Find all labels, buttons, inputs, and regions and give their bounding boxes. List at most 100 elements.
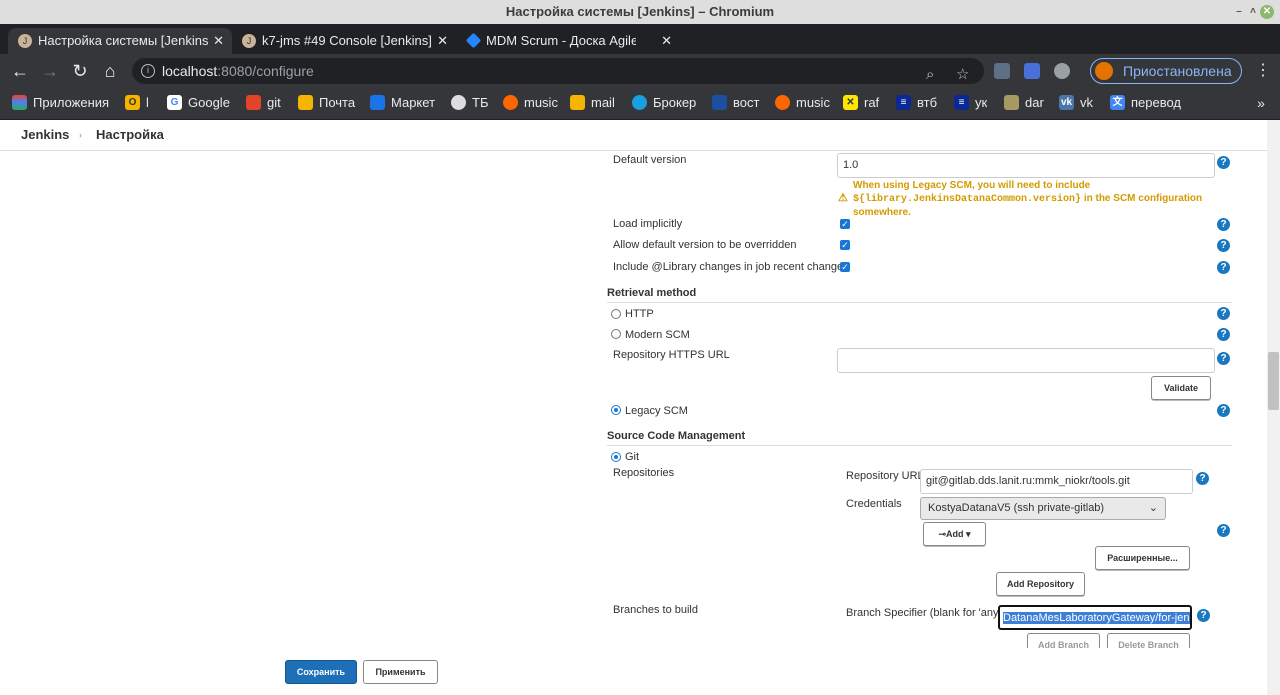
- gitlab-icon: [246, 95, 261, 110]
- minimize-icon[interactable]: –: [1232, 5, 1246, 19]
- browser-toolbar: ← → ↻ ⌂ i localhost:8080/configure ⌕ ☆ П…: [0, 54, 1280, 88]
- help-icon[interactable]: ?: [1217, 261, 1230, 274]
- advanced-button[interactable]: Расширенные...: [1095, 546, 1190, 570]
- close-tab-icon[interactable]: ✕: [213, 28, 224, 54]
- help-icon[interactable]: ?: [1197, 609, 1210, 622]
- include-changes-label: Include @Library changes in job recent c…: [613, 261, 849, 273]
- bookmark-tb[interactable]: ТБ: [451, 95, 488, 111]
- bookmark-vost[interactable]: вост: [712, 95, 759, 111]
- save-button[interactable]: Сохранить: [285, 660, 357, 684]
- help-icon[interactable]: ?: [1217, 524, 1230, 537]
- load-implicitly-label: Load implicitly: [613, 218, 683, 230]
- bookmark-raf[interactable]: ✕ raf: [843, 95, 879, 111]
- help-icon[interactable]: ?: [1217, 352, 1230, 365]
- tab-console[interactable]: J k7-jms #49 Console [Jenkins] ✕: [232, 28, 456, 54]
- help-icon[interactable]: ?: [1217, 156, 1230, 169]
- breadcrumb-jenkins[interactable]: Jenkins: [21, 120, 69, 150]
- bookmark-label: втб: [917, 95, 938, 110]
- bookmark-label: вост: [733, 95, 760, 110]
- load-implicitly-checkbox[interactable]: ✓: [840, 219, 850, 229]
- bookmark-perevod[interactable]: 文 перевод: [1110, 95, 1181, 111]
- help-icon[interactable]: ?: [1196, 472, 1209, 485]
- warning-line2: in the SCM configuration: [1081, 193, 1203, 204]
- close-tab-icon[interactable]: ✕: [437, 28, 448, 54]
- bookmarks-overflow-icon[interactable]: »: [1250, 92, 1272, 114]
- help-icon[interactable]: ?: [1217, 239, 1230, 252]
- bookmark-vtb[interactable]: ≡ втб: [896, 95, 937, 111]
- bookmark-vk[interactable]: vk vk: [1059, 95, 1093, 111]
- bookmark-dar[interactable]: dar: [1004, 95, 1044, 111]
- bookmark-label: mail: [591, 95, 615, 110]
- menu-icon[interactable]: ⋮: [1252, 60, 1274, 82]
- modern-scm-label: Modern SCM: [625, 329, 690, 341]
- bank-icon: [451, 95, 466, 110]
- scm-heading: Source Code Management: [607, 430, 746, 442]
- help-icon[interactable]: ?: [1217, 307, 1230, 320]
- help-icon[interactable]: ?: [1217, 404, 1230, 417]
- form-footer: [0, 648, 1267, 695]
- credentials-value: KostyaDatanaV5 (ssh private-gitlab): [928, 502, 1105, 514]
- bookmark-market[interactable]: Маркет: [370, 95, 435, 111]
- close-tab-icon[interactable]: ✕: [661, 28, 672, 54]
- window-title: Настройка системы [Jenkins] – Chromium: [505, 4, 775, 19]
- http-radio[interactable]: [611, 309, 621, 319]
- bookmark-apps[interactable]: Приложения: [12, 95, 109, 111]
- bookmark-label: dar: [1025, 95, 1044, 110]
- site-info-icon[interactable]: i: [141, 64, 155, 78]
- extension-icon[interactable]: [994, 63, 1010, 79]
- branch-specifier-input[interactable]: DatanaMesLaboratoryGateway/for-jenins: [998, 605, 1192, 630]
- bookmark-pochta[interactable]: Почта: [298, 95, 355, 111]
- bookmark-label: vk: [1080, 95, 1093, 110]
- bookmark-label: Брокер: [653, 95, 697, 110]
- address-bar[interactable]: i localhost:8080/configure ⌕ ☆: [132, 58, 984, 84]
- apply-button[interactable]: Применить: [363, 660, 438, 684]
- bookmark-mail[interactable]: mail: [570, 95, 615, 111]
- repo-url-input[interactable]: git@gitlab.dds.lanit.ru:mmk_niokr/tools.…: [920, 469, 1193, 494]
- maximize-icon[interactable]: ˄: [1246, 5, 1260, 19]
- reload-icon[interactable]: ↻: [69, 60, 91, 82]
- bookmark-git[interactable]: git: [246, 95, 281, 111]
- bookmark-uk[interactable]: ≡ ук: [954, 95, 987, 111]
- bookmark-google[interactable]: G Google: [167, 95, 230, 111]
- dropdown-arrow-icon: ▾: [966, 529, 971, 539]
- scrollbar-thumb[interactable]: [1268, 352, 1279, 410]
- bookmark-music[interactable]: music: [503, 95, 558, 111]
- tab-jenkins-configure[interactable]: J Настройка системы [Jenkins] ✕: [8, 28, 232, 54]
- credentials-select[interactable]: KostyaDatanaV5 (ssh private-gitlab) ⌄: [920, 497, 1166, 520]
- translate-icon: 文: [1110, 95, 1125, 110]
- forward-icon[interactable]: →: [39, 60, 61, 82]
- add-credentials-button[interactable]: ⊸Add ▾: [923, 522, 986, 546]
- legacy-scm-radio[interactable]: [611, 405, 621, 415]
- help-icon[interactable]: ?: [1217, 328, 1230, 341]
- help-icon[interactable]: ?: [1217, 218, 1230, 231]
- zoom-icon[interactable]: ⌕: [926, 62, 934, 88]
- bookmark-label: перевод: [1131, 95, 1182, 110]
- home-icon[interactable]: ⌂: [99, 60, 121, 82]
- modern-scm-radio[interactable]: [611, 329, 621, 339]
- include-changes-checkbox[interactable]: ✓: [840, 262, 850, 272]
- bookmark-label: Приложения: [33, 95, 110, 110]
- profile-button[interactable]: Приостановлена: [1090, 58, 1242, 84]
- bookmark-music2[interactable]: music: [775, 95, 830, 111]
- back-icon[interactable]: ←: [9, 60, 31, 82]
- bank-icon: [712, 95, 727, 110]
- https-url-input[interactable]: [837, 348, 1215, 373]
- bookmark-star-icon[interactable]: ☆: [956, 62, 969, 88]
- extension-flag-icon[interactable]: [1024, 63, 1040, 79]
- allow-override-checkbox[interactable]: ✓: [840, 240, 850, 250]
- branches-label: Branches to build: [613, 604, 698, 616]
- page-scrollbar[interactable]: [1267, 120, 1280, 695]
- bookmark-l[interactable]: Оl: [125, 95, 149, 111]
- bookmark-broker[interactable]: Брокер: [632, 95, 696, 111]
- add-repository-button[interactable]: Add Repository: [996, 572, 1085, 596]
- default-version-input[interactable]: 1.0: [837, 153, 1215, 178]
- divider: [607, 302, 1232, 303]
- git-radio[interactable]: [611, 452, 621, 462]
- tab-mdm-scrum[interactable]: MDM Scrum - Доска Agile - Д ✕: [456, 28, 680, 54]
- bookmark-label: Google: [188, 95, 230, 110]
- credentials-label: Credentials: [846, 498, 902, 510]
- extension-circle-icon[interactable]: [1054, 63, 1070, 79]
- validate-button[interactable]: Validate: [1151, 376, 1211, 400]
- close-window-icon[interactable]: ✕: [1260, 5, 1274, 19]
- breadcrumb-configure[interactable]: Настройка: [96, 120, 164, 150]
